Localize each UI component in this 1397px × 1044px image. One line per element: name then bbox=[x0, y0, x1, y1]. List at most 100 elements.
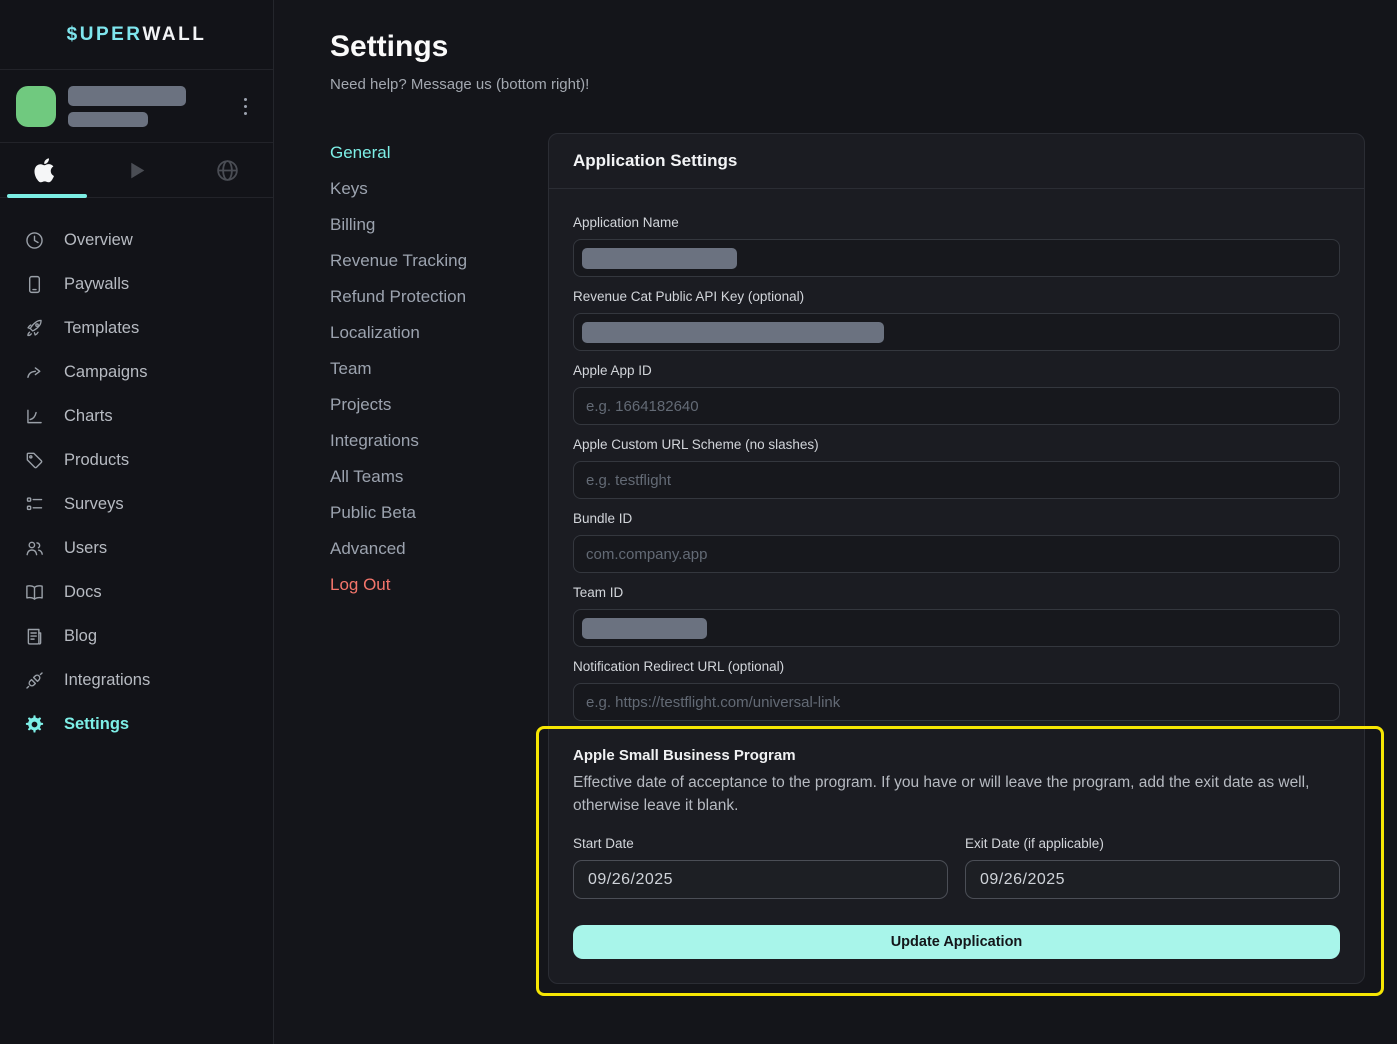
tab-web[interactable] bbox=[182, 143, 273, 197]
tab-ios[interactable] bbox=[0, 143, 91, 197]
field-notification-redirect-url: Notification Redirect URL (optional) bbox=[573, 659, 1340, 721]
sidebar-item-label: Integrations bbox=[64, 671, 150, 690]
sidebar-item-settings[interactable]: Settings bbox=[0, 702, 273, 746]
notification-redirect-url-input[interactable] bbox=[573, 683, 1340, 721]
sidebar-item-docs[interactable]: Docs bbox=[0, 570, 273, 614]
sidebar-item-label: Charts bbox=[64, 407, 113, 426]
settings-nav-public-beta[interactable]: Public Beta bbox=[330, 495, 548, 531]
newspaper-icon bbox=[24, 626, 45, 647]
globe-icon bbox=[215, 158, 240, 183]
application-name-input[interactable] bbox=[573, 239, 1340, 277]
logo-accent-text: $UPER bbox=[67, 24, 143, 46]
settings-nav-billing[interactable]: Billing bbox=[330, 207, 548, 243]
sidebar-item-paywalls[interactable]: Paywalls bbox=[0, 262, 273, 306]
sidebar-item-label: Surveys bbox=[64, 495, 124, 514]
apple-icon bbox=[33, 158, 58, 183]
app-avatar[interactable] bbox=[16, 86, 56, 127]
sidebar-item-label: Settings bbox=[64, 715, 129, 734]
users-icon bbox=[24, 538, 45, 559]
redacted-app-subtitle-bar bbox=[68, 112, 148, 127]
card-title: Application Settings bbox=[549, 134, 1364, 189]
tab-android[interactable] bbox=[91, 143, 182, 197]
field-bundle-id: Bundle ID bbox=[573, 511, 1340, 573]
sidebar-item-products[interactable]: Products bbox=[0, 438, 273, 482]
sidebar-item-label: Paywalls bbox=[64, 275, 129, 294]
settings-nav-all-teams[interactable]: All Teams bbox=[330, 459, 548, 495]
apple-url-scheme-input[interactable] bbox=[573, 461, 1340, 499]
team-id-input[interactable] bbox=[573, 609, 1340, 647]
logo-rest-text: WALL bbox=[143, 24, 207, 46]
app-selector[interactable] bbox=[0, 70, 273, 143]
redacted-value-bar bbox=[582, 248, 737, 269]
superwall-logo: $UPERWALL bbox=[0, 0, 273, 70]
phone-icon bbox=[24, 274, 45, 295]
settings-nav-integrations[interactable]: Integrations bbox=[330, 423, 548, 459]
logout-link[interactable]: Log Out bbox=[330, 567, 548, 603]
sidebar-item-label: Docs bbox=[64, 583, 102, 602]
sidebar-item-label: Products bbox=[64, 451, 129, 470]
settings-nav-refund-protection[interactable]: Refund Protection bbox=[330, 279, 548, 315]
page-subtitle: Need help? Message us (bottom right)! bbox=[330, 76, 1365, 93]
apple-app-id-input[interactable] bbox=[573, 387, 1340, 425]
sidebar-nav: Overview Paywalls Templates bbox=[0, 198, 273, 1044]
active-tab-indicator bbox=[7, 194, 87, 198]
sidebar-item-integrations[interactable]: Integrations bbox=[0, 658, 273, 702]
bundle-id-input[interactable] bbox=[573, 535, 1340, 573]
field-revenuecat-api-key: Revenue Cat Public API Key (optional) bbox=[573, 289, 1340, 351]
sidebar-item-label: Campaigns bbox=[64, 363, 147, 382]
field-label: Apple App ID bbox=[573, 363, 1340, 379]
page-title: Settings bbox=[330, 30, 1365, 64]
sbp-title: Apple Small Business Program bbox=[573, 747, 1340, 764]
clock-icon bbox=[24, 230, 45, 251]
sidebar-item-label: Blog bbox=[64, 627, 97, 646]
chart-line-icon bbox=[24, 406, 45, 427]
field-application-name: Application Name bbox=[573, 215, 1340, 277]
sidebar-item-label: Users bbox=[64, 539, 107, 558]
sidebar: $UPERWALL bbox=[0, 0, 274, 1044]
settings-nav-advanced[interactable]: Advanced bbox=[330, 531, 548, 567]
sidebar-item-campaigns[interactable]: Campaigns bbox=[0, 350, 273, 394]
sidebar-item-charts[interactable]: Charts bbox=[0, 394, 273, 438]
sidebar-item-surveys[interactable]: Surveys bbox=[0, 482, 273, 526]
rocket-icon bbox=[24, 318, 45, 339]
sidebar-item-users[interactable]: Users bbox=[0, 526, 273, 570]
exit-date-input[interactable] bbox=[965, 860, 1340, 899]
app-menu-ellipsis-icon[interactable] bbox=[233, 92, 257, 121]
update-application-button[interactable]: Update Application bbox=[573, 925, 1340, 959]
sidebar-item-blog[interactable]: Blog bbox=[0, 614, 273, 658]
start-date-field: Start Date bbox=[573, 836, 948, 899]
field-apple-url-scheme: Apple Custom URL Scheme (no slashes) bbox=[573, 437, 1340, 499]
book-icon bbox=[24, 582, 45, 603]
main-content: Settings Need help? Message us (bottom r… bbox=[274, 0, 1397, 1044]
settings-nav: General Keys Billing Revenue Tracking Re… bbox=[330, 133, 548, 603]
field-label: Apple Custom URL Scheme (no slashes) bbox=[573, 437, 1340, 453]
settings-nav-revenue-tracking[interactable]: Revenue Tracking bbox=[330, 243, 548, 279]
application-settings-card: Application Settings Application Name Re… bbox=[548, 133, 1365, 984]
sidebar-item-templates[interactable]: Templates bbox=[0, 306, 273, 350]
settings-nav-localization[interactable]: Localization bbox=[330, 315, 548, 351]
field-apple-app-id: Apple App ID bbox=[573, 363, 1340, 425]
field-label: Team ID bbox=[573, 585, 1340, 601]
checklist-icon bbox=[24, 494, 45, 515]
sidebar-item-label: Overview bbox=[64, 231, 133, 250]
field-team-id: Team ID bbox=[573, 585, 1340, 647]
exit-date-field: Exit Date (if applicable) bbox=[965, 836, 1340, 899]
superwall-dashboard: $UPERWALL bbox=[0, 0, 1397, 1044]
start-date-input[interactable] bbox=[573, 860, 948, 899]
gear-icon bbox=[24, 714, 45, 735]
app-name-redacted bbox=[68, 86, 233, 127]
start-date-label: Start Date bbox=[573, 836, 948, 852]
sidebar-item-overview[interactable]: Overview bbox=[0, 218, 273, 262]
exit-date-label: Exit Date (if applicable) bbox=[965, 836, 1340, 852]
settings-nav-projects[interactable]: Projects bbox=[330, 387, 548, 423]
sbp-dates-row: Start Date Exit Date (if applicable) bbox=[573, 836, 1340, 899]
platform-tab-bar bbox=[0, 143, 273, 198]
revenuecat-api-key-input[interactable] bbox=[573, 313, 1340, 351]
settings-nav-general[interactable]: General bbox=[330, 135, 548, 171]
plug-icon bbox=[24, 670, 45, 691]
redacted-value-bar bbox=[582, 322, 884, 343]
sidebar-item-label: Templates bbox=[64, 319, 139, 338]
settings-nav-keys[interactable]: Keys bbox=[330, 171, 548, 207]
field-label: Application Name bbox=[573, 215, 1340, 231]
settings-nav-team[interactable]: Team bbox=[330, 351, 548, 387]
